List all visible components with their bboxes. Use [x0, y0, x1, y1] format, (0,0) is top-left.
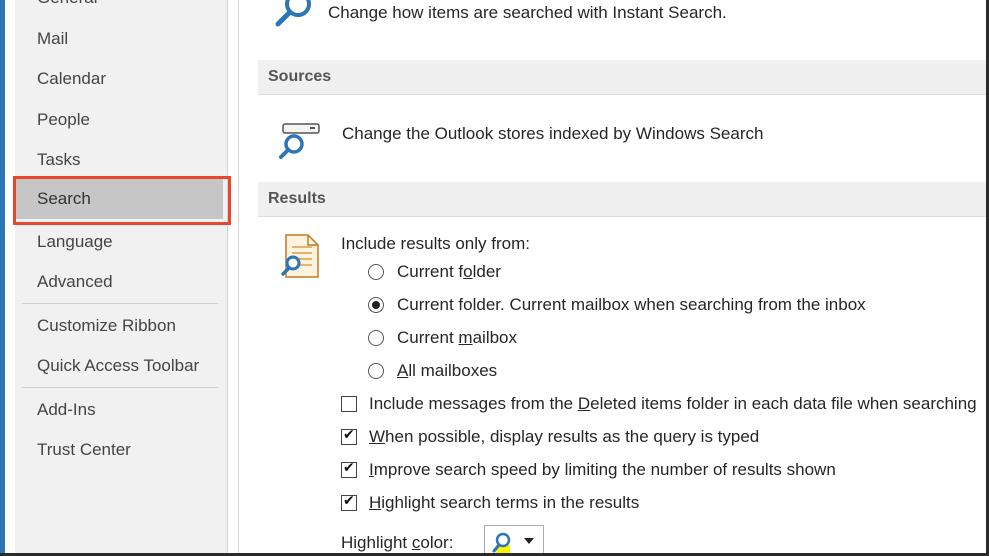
radio-current-mailbox-label[interactable]: Current mailbox [397, 328, 517, 348]
checkbox-include-deleted-items[interactable] [341, 396, 357, 412]
sidebar-item-quick-access-toolbar[interactable]: Quick Access Toolbar [37, 356, 199, 376]
radio-current-mailbox[interactable] [368, 330, 384, 346]
checkbox-display-as-typed-label[interactable]: When possible, display results as the qu… [369, 427, 759, 447]
checkbox-include-deleted-items-label[interactable]: Include messages from the Deleted items … [369, 394, 977, 414]
checkbox-display-as-typed[interactable] [341, 427, 357, 445]
sidebar-item-language[interactable]: Language [37, 232, 113, 252]
sidebar-item-mail[interactable]: Mail [37, 29, 68, 49]
checkbox-improve-search-speed-label[interactable]: Improve search speed by limiting the num… [369, 460, 836, 480]
checkbox-highlight-search-terms[interactable] [341, 493, 357, 511]
sidebar-item-advanced[interactable]: Advanced [37, 272, 113, 292]
dropdown-arrow-icon [524, 538, 534, 544]
sources-section-header: Sources [258, 60, 989, 95]
sidebar-separator [22, 387, 218, 388]
radio-current-folder-mailbox-inbox[interactable] [368, 297, 384, 313]
checkbox-improve-search-speed[interactable] [341, 460, 357, 478]
search-magnifier-icon [275, 0, 311, 27]
sidebar-item-calendar[interactable]: Calendar [37, 69, 106, 89]
radio-current-folder-mailbox-inbox-label[interactable]: Current folder. Current mailbox when sea… [397, 295, 866, 315]
results-section-header: Results [258, 182, 989, 217]
options-content: Change how items are searched with Insta… [258, 0, 989, 556]
sidebar-item-people[interactable]: People [37, 110, 90, 130]
results-document-icon [281, 234, 319, 278]
selection-highlight-outline [13, 176, 231, 225]
highlight-search-icon [492, 532, 511, 553]
highlight-color-label: Highlight color: [341, 533, 454, 552]
radio-all-mailboxes[interactable] [368, 363, 384, 379]
sidebar-item-general[interactable]: General [37, 0, 97, 8]
sidebar-item-customize-ribbon[interactable]: Customize Ribbon [37, 316, 176, 336]
outlook-stores-link[interactable]: Change the Outlook stores indexed by Win… [342, 124, 763, 144]
sidebar-separator [22, 303, 218, 304]
include-results-label: Include results only from: [341, 234, 530, 253]
content-gutter [228, 0, 258, 556]
radio-current-folder-label[interactable]: Current folder [397, 262, 501, 282]
window-left-margin [5, 0, 15, 556]
gutter-divider [238, 0, 239, 556]
highlight-color-dropdown[interactable] [484, 525, 544, 556]
radio-all-mailboxes-label[interactable]: All mailboxes [397, 361, 497, 381]
sidebar-item-add-ins[interactable]: Add-Ins [37, 400, 96, 420]
sidebar-item-tasks[interactable]: Tasks [37, 150, 80, 170]
instant-search-description: Change how items are searched with Insta… [328, 3, 727, 22]
sidebar-item-trust-center[interactable]: Trust Center [37, 440, 131, 460]
outlook-stores-search-icon [279, 123, 320, 159]
checkbox-highlight-search-terms-label[interactable]: Highlight search terms in the results [369, 493, 639, 513]
radio-current-folder[interactable] [368, 264, 384, 280]
